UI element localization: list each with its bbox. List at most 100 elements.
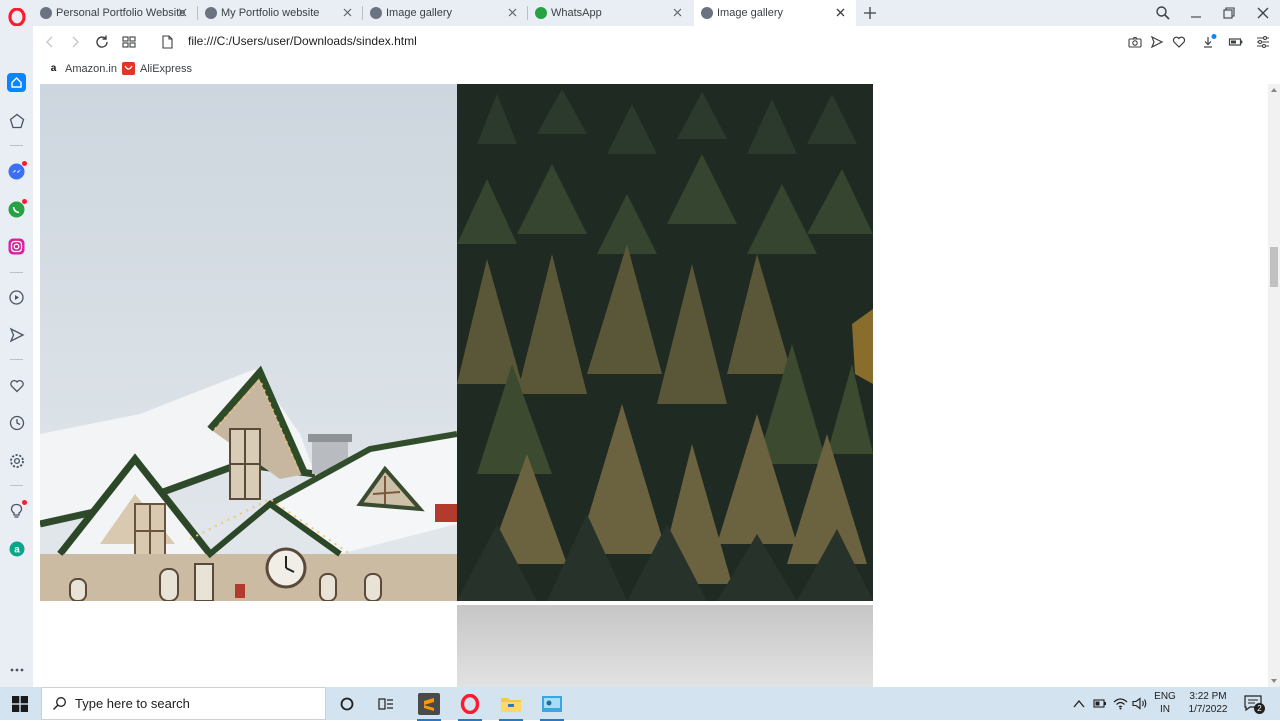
globe-icon [701, 7, 713, 19]
windows-start-icon[interactable] [12, 696, 28, 712]
speed-dial-icon[interactable] [7, 111, 26, 130]
heart-icon[interactable] [7, 376, 26, 395]
tab-bar: Personal Portfolio Website My Portfolio … [33, 0, 1280, 26]
file-explorer-icon[interactable] [495, 691, 527, 721]
page-scrollbar[interactable] [1268, 84, 1280, 687]
scroll-thumb[interactable] [1270, 247, 1278, 287]
close-icon[interactable] [506, 6, 519, 19]
tab-whatsapp[interactable]: WhatsApp [528, 0, 693, 26]
chevron-up-icon[interactable] [1073, 699, 1085, 708]
whatsapp-icon[interactable] [7, 199, 27, 219]
player-icon[interactable] [7, 288, 26, 307]
back-icon[interactable] [42, 34, 58, 50]
sidebar-separator [10, 145, 23, 146]
send-icon[interactable] [1149, 34, 1165, 50]
tab-label: My Portfolio website [221, 7, 320, 19]
heart-icon[interactable] [1171, 34, 1187, 50]
taskbar-search-box[interactable]: Type here to search [41, 687, 326, 720]
search-tabs-icon[interactable] [1154, 4, 1172, 22]
close-icon[interactable] [341, 6, 354, 19]
whatsapp-icon [535, 7, 547, 19]
gallery-page [33, 84, 1268, 687]
restore-icon[interactable] [1220, 4, 1238, 22]
camera-icon[interactable] [1127, 34, 1143, 50]
tab-label: Image gallery [386, 7, 453, 19]
close-icon[interactable] [834, 6, 847, 19]
notification-dot [22, 161, 27, 166]
tab-label: WhatsApp [551, 7, 602, 19]
gallery-image-forest[interactable] [457, 84, 873, 601]
language-indicator[interactable]: ENG IN [1154, 690, 1176, 716]
close-window-icon[interactable] [1254, 4, 1272, 22]
globe-icon [40, 7, 52, 19]
battery-icon[interactable] [1093, 698, 1107, 709]
tab-personal-portfolio[interactable]: Personal Portfolio Website [33, 0, 198, 26]
language-line-2: IN [1160, 704, 1170, 715]
url-field[interactable]: file:///C:/Users/user/Downloads/sindex.h… [188, 34, 417, 48]
send-icon[interactable] [7, 325, 26, 344]
wifi-icon[interactable] [1113, 697, 1128, 710]
sidebar-separator [10, 359, 23, 360]
reload-icon[interactable] [94, 34, 110, 50]
history-icon[interactable] [7, 413, 26, 432]
clock-date: 1/7/2022 [1188, 704, 1228, 715]
notification-count-badge: 2 [1254, 703, 1265, 714]
sidebar-separator [10, 272, 23, 273]
taskbar: Type here to search ENG IN 3:22 PM 1/7/2… [0, 687, 1280, 721]
aria-icon[interactable]: a [7, 539, 26, 558]
bookmark-aliexpress[interactable]: AliExpress [122, 62, 192, 75]
cortana-icon[interactable] [331, 691, 363, 717]
close-icon[interactable] [671, 6, 684, 19]
instagram-icon[interactable] [7, 237, 26, 256]
language-line-1: ENG [1154, 691, 1176, 702]
tiles-icon[interactable] [121, 34, 137, 50]
bookmark-amazon[interactable]: a Amazon.in [47, 62, 117, 75]
bookmark-label: AliExpress [140, 62, 192, 75]
settings-icon[interactable] [7, 451, 26, 470]
clock-time: 3:22 PM [1189, 691, 1227, 702]
gallery-image-chalet[interactable] [40, 84, 457, 601]
lightbulb-icon[interactable] [7, 500, 27, 520]
globe-icon [205, 7, 217, 19]
notification-dot [22, 199, 27, 204]
forward-icon[interactable] [67, 34, 83, 50]
control-panel-icon[interactable] [536, 691, 568, 721]
aliexpress-icon [122, 62, 135, 75]
file-icon [162, 35, 173, 49]
globe-icon [370, 7, 382, 19]
bookmark-label: Amazon.in [65, 62, 117, 75]
opera-taskbar-icon[interactable] [454, 691, 486, 721]
opera-sidebar: a [0, 0, 33, 687]
tab-image-gallery-1[interactable]: Image gallery [363, 0, 528, 26]
new-tab-icon[interactable] [863, 6, 877, 20]
close-icon[interactable] [176, 6, 189, 19]
search-placeholder: Type here to search [75, 696, 190, 711]
volume-icon[interactable] [1132, 697, 1148, 710]
download-icon[interactable] [1201, 34, 1217, 50]
task-view-icon[interactable] [370, 691, 402, 717]
easy-setup-icon[interactable] [1255, 34, 1271, 50]
sidebar-separator [10, 485, 23, 486]
opera-logo-icon[interactable] [7, 7, 26, 26]
bookmarks-bar: a Amazon.in AliExpress [33, 58, 1280, 84]
search-icon [53, 697, 66, 710]
action-center-button[interactable]: 2 [1244, 695, 1265, 714]
gallery-image-sky[interactable] [457, 605, 873, 687]
tab-label: Image gallery [717, 7, 784, 19]
address-bar: file:///C:/Users/user/Downloads/sindex.h… [33, 26, 1280, 58]
home-icon[interactable] [7, 73, 26, 92]
sublime-text-icon[interactable] [413, 691, 445, 721]
tab-image-gallery-active[interactable]: Image gallery [694, 0, 856, 26]
minimize-icon[interactable] [1187, 4, 1205, 22]
battery-saver-icon[interactable] [1228, 34, 1244, 50]
amazon-icon: a [50, 63, 57, 74]
tab-my-portfolio[interactable]: My Portfolio website [198, 0, 363, 26]
tab-label: Personal Portfolio Website [56, 7, 186, 19]
scroll-up-arrow-icon[interactable] [1271, 88, 1277, 92]
svg-text:a: a [14, 544, 20, 555]
clock[interactable]: 3:22 PM 1/7/2022 [1183, 690, 1233, 716]
more-icon[interactable] [7, 660, 26, 679]
notification-dot [22, 500, 27, 505]
scroll-down-arrow-icon[interactable] [1271, 679, 1277, 683]
messenger-icon[interactable] [7, 161, 27, 181]
